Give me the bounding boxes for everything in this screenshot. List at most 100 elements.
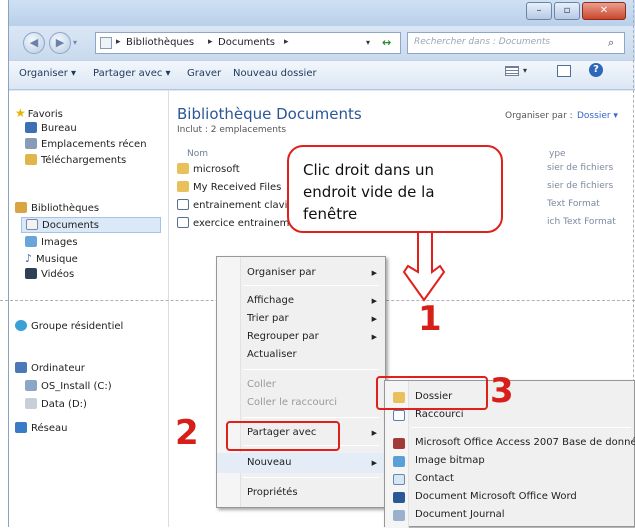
view-dropdown-icon[interactable]: ▾ <box>523 66 527 75</box>
nav-libraries[interactable]: Bibliothèques <box>15 201 99 217</box>
back-button[interactable]: ◀ <box>23 32 45 54</box>
file-row[interactable]: entrainement clavier <box>177 199 298 211</box>
nav-documents[interactable]: Documents <box>21 217 161 233</box>
file-type: Text Format <box>547 199 600 209</box>
menu-item-group-by[interactable]: Regrouper par ▶ <box>217 327 385 347</box>
highlight-folder-item <box>376 376 488 410</box>
images-icon <box>25 236 37 247</box>
submenu-item-access-db[interactable]: Microsoft Office Access 2007 Base de don… <box>385 433 635 453</box>
recent-places-icon <box>25 138 37 149</box>
nav-computer[interactable]: Ordinateur <box>15 361 85 377</box>
nav-downloads[interactable]: Téléchargements <box>25 153 126 169</box>
file-type: sier de fichiers <box>547 163 614 173</box>
drive-d-icon <box>25 398 37 409</box>
address-bar[interactable]: ▸ Bibliothèques ▸ Documents ▸ ▾ ↔ <box>95 32 401 54</box>
library-includes[interactable]: Inclut : 2 emplacements <box>177 125 286 135</box>
file-type: ich Text Format <box>547 217 616 227</box>
nav-music[interactable]: ♪ Musique <box>25 251 78 267</box>
nav-desktop[interactable]: Bureau <box>25 121 77 137</box>
file-row[interactable]: microsoft <box>177 163 240 175</box>
submenu-item-journal[interactable]: Document Journal <box>385 505 634 525</box>
homegroup-icon <box>15 320 27 331</box>
nav-drive-d[interactable]: Data (D:) <box>25 397 87 413</box>
share-with-button[interactable]: Partager avec ▾ <box>93 68 171 79</box>
documents-icon <box>26 219 38 230</box>
menu-separator <box>411 427 631 428</box>
folder-icon <box>177 163 189 174</box>
submenu-arrow-icon: ▶ <box>371 459 377 467</box>
nav-recent-places[interactable]: Emplacements récen <box>25 137 147 153</box>
breadcrumb-sep-icon: ▸ <box>284 37 289 47</box>
menu-separator <box>243 285 379 286</box>
step-number-3: 3 <box>490 371 514 411</box>
journal-icon <box>393 510 405 521</box>
address-dropdown-icon[interactable]: ▾ <box>366 38 370 47</box>
submenu-item-word-doc[interactable]: Document Microsoft Office Word <box>385 487 634 507</box>
organize-button[interactable]: Organiser ▾ <box>19 68 76 79</box>
menu-item-properties[interactable]: Propriétés <box>217 483 385 503</box>
breadcrumb-sep-icon: ▸ <box>208 37 213 47</box>
arrange-by-label: Organiser par : <box>505 111 573 121</box>
search-placeholder: Rechercher dans : Documents <box>414 37 551 47</box>
menu-item-view[interactable]: Affichage ▶ <box>217 291 385 311</box>
menu-item-sort-folders[interactable]: Organiser par ▶ <box>217 263 385 283</box>
history-dropdown-icon[interactable]: ▾ <box>73 38 77 47</box>
libraries-icon <box>15 202 27 213</box>
nav-network[interactable]: Réseau <box>15 421 67 437</box>
menu-item-sort-by[interactable]: Trier par ▶ <box>217 309 385 329</box>
burn-button[interactable]: Graver <box>187 68 221 79</box>
step-number-1: 1 <box>418 299 442 339</box>
breadcrumb-sep-icon: ▸ <box>116 37 121 47</box>
search-icon[interactable]: ⌕ <box>608 36 614 50</box>
submenu-item-contact[interactable]: Contact <box>385 469 634 489</box>
rtf-document-icon <box>177 199 189 210</box>
submenu-arrow-icon: ▶ <box>371 333 377 341</box>
view-options-icon[interactable] <box>505 66 519 76</box>
highlight-new-item <box>226 421 340 451</box>
column-header-type[interactable]: ype <box>549 149 566 159</box>
menu-item-new[interactable]: Nouveau ▶ <box>217 453 385 473</box>
forward-arrow-icon: ▶ <box>55 36 65 49</box>
forward-button[interactable]: ▶ <box>49 32 71 54</box>
nav-favorites[interactable]: ★ Favoris <box>15 105 63 121</box>
submenu-arrow-icon: ▶ <box>371 429 377 437</box>
word-icon <box>393 492 405 503</box>
nav-videos[interactable]: Vidéos <box>25 267 74 283</box>
menu-separator <box>243 477 379 478</box>
nav-homegroup[interactable]: Groupe résidentiel <box>15 319 123 335</box>
column-header-name[interactable]: Nom <box>187 149 208 159</box>
submenu-arrow-icon: ▶ <box>371 269 377 277</box>
help-icon[interactable]: ? <box>589 63 603 77</box>
nav-images[interactable]: Images <box>25 235 78 251</box>
new-folder-button[interactable]: Nouveau dossier <box>233 68 317 79</box>
preview-pane-icon[interactable] <box>557 65 571 77</box>
nav-drive-c[interactable]: OS_Install (C:) <box>25 379 112 395</box>
context-menu: Organiser par ▶ Affichage ▶ Trier par ▶ Reg… <box>216 256 386 508</box>
access-icon <box>393 438 405 449</box>
library-title: Bibliothèque Documents <box>177 105 362 123</box>
close-button[interactable]: ✕ <box>582 2 626 20</box>
file-row[interactable]: My Received Files <box>177 181 281 193</box>
back-arrow-icon: ◀ <box>29 36 39 49</box>
computer-icon <box>15 362 27 373</box>
arrange-by-dropdown[interactable]: Dossier ▾ <box>577 111 618 121</box>
drive-c-icon <box>25 380 37 391</box>
downloads-icon <box>25 154 37 165</box>
menu-item-paste-shortcut[interactable]: Coller le raccourci <box>217 393 385 413</box>
menu-item-paste[interactable]: Coller <box>217 375 385 395</box>
menu-item-refresh[interactable]: Actualiser <box>217 345 385 365</box>
network-icon <box>15 422 27 433</box>
desktop-icon <box>25 122 37 133</box>
maximize-button[interactable]: ▫ <box>554 2 580 20</box>
breadcrumb-libraries[interactable]: Bibliothèques <box>126 37 194 48</box>
submenu-item-bitmap[interactable]: Image bitmap <box>385 451 634 471</box>
submenu-arrow-icon: ▶ <box>371 297 377 305</box>
refresh-icon[interactable]: ↔ <box>382 36 391 49</box>
submenu-arrow-icon: ▶ <box>371 315 377 323</box>
breadcrumb-documents[interactable]: Documents <box>218 37 275 48</box>
minimize-button[interactable]: – <box>526 2 552 20</box>
file-type: sier de fichiers <box>547 181 614 191</box>
search-input[interactable]: Rechercher dans : Documents ⌕ <box>407 32 625 54</box>
shortcut-icon <box>393 410 405 421</box>
folder-icon <box>177 181 189 192</box>
